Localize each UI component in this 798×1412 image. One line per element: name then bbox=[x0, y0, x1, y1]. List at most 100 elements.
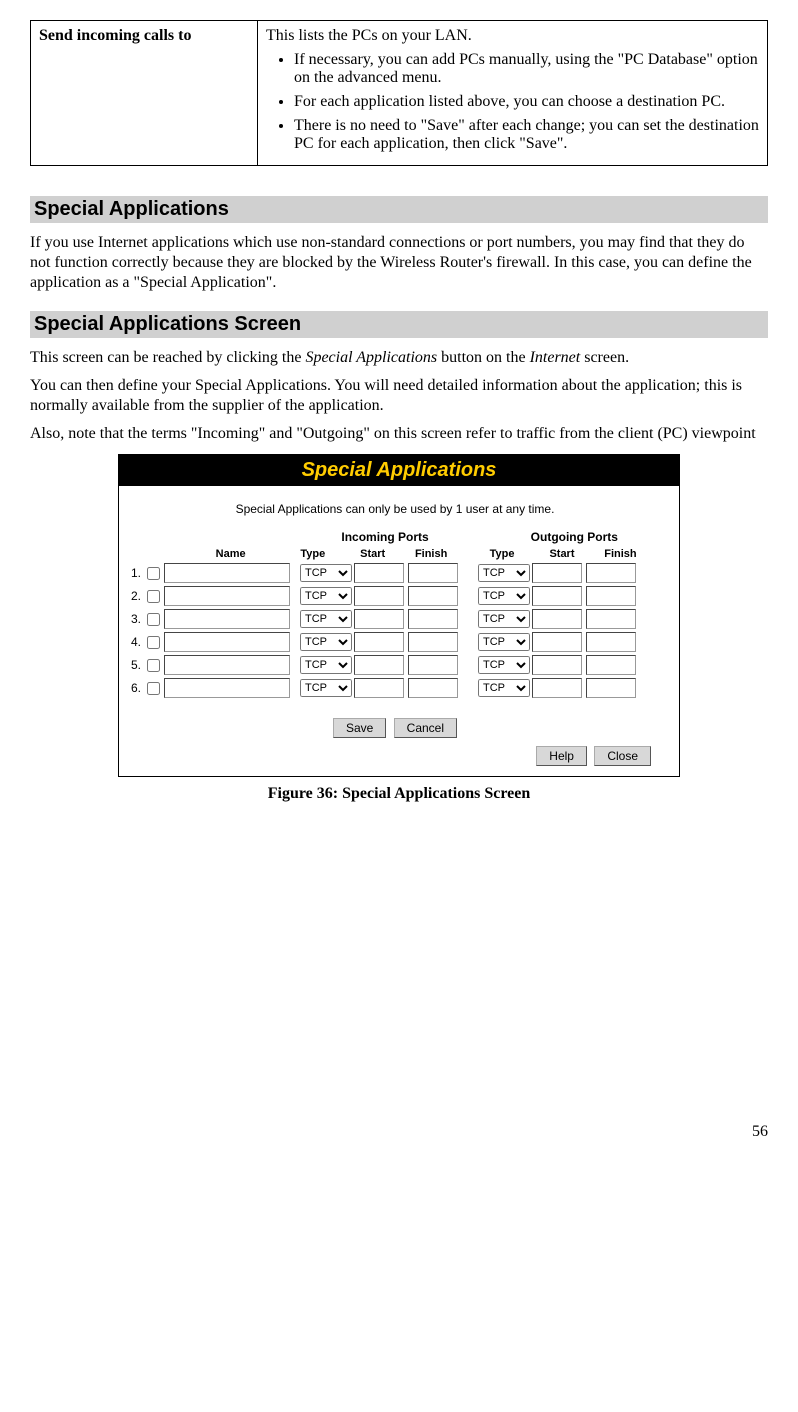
incoming-type-select[interactable]: TCP bbox=[300, 587, 352, 605]
name-input[interactable] bbox=[164, 586, 290, 606]
special-applications-screen-heading: Special Applications Screen bbox=[30, 311, 768, 338]
bullet-item: For each application listed above, you c… bbox=[294, 93, 759, 111]
app-row: 6. TCP TCP bbox=[131, 678, 659, 698]
figure-caption: Figure 36: Special Applications Screen bbox=[30, 785, 768, 803]
cancel-button[interactable]: Cancel bbox=[394, 718, 457, 738]
name-input[interactable] bbox=[164, 678, 290, 698]
outgoing-start-input[interactable] bbox=[532, 655, 582, 675]
page-number: 56 bbox=[30, 1123, 768, 1141]
outgoing-finish-input[interactable] bbox=[586, 563, 636, 583]
incoming-finish-input[interactable] bbox=[408, 678, 458, 698]
incoming-type-select[interactable]: TCP bbox=[300, 633, 352, 651]
outgoing-start-input[interactable] bbox=[532, 586, 582, 606]
help-button[interactable]: Help bbox=[536, 746, 587, 766]
emphasis: Internet bbox=[530, 349, 581, 366]
name-input[interactable] bbox=[164, 655, 290, 675]
type-column-label: Type bbox=[490, 548, 550, 560]
close-button[interactable]: Close bbox=[594, 746, 651, 766]
app-row: 2. TCP TCP bbox=[131, 586, 659, 606]
app-row: 3. TCP TCP bbox=[131, 609, 659, 629]
row-number: 1. bbox=[131, 566, 147, 580]
outgoing-ports-label: Outgoing Ports bbox=[490, 530, 659, 544]
figure-note: Special Applications can only be used by… bbox=[131, 502, 659, 516]
incoming-start-input[interactable] bbox=[354, 655, 404, 675]
type-column-label: Type bbox=[300, 548, 360, 560]
name-input[interactable] bbox=[164, 609, 290, 629]
table-intro: This lists the PCs on your LAN. bbox=[266, 27, 759, 45]
incoming-ports-label: Incoming Ports bbox=[300, 530, 469, 544]
outgoing-start-input[interactable] bbox=[532, 678, 582, 698]
column-labels: Name Type Start Finish Type Start Finish bbox=[131, 548, 659, 560]
outgoing-start-input[interactable] bbox=[532, 632, 582, 652]
button-row-primary: Save Cancel bbox=[131, 718, 659, 738]
screen-paragraph-1: This screen can be reached by clicking t… bbox=[30, 348, 768, 368]
outgoing-finish-input[interactable] bbox=[586, 655, 636, 675]
outgoing-type-select[interactable]: TCP bbox=[478, 564, 530, 582]
outgoing-finish-input[interactable] bbox=[586, 586, 636, 606]
name-column-label: Name bbox=[161, 548, 300, 560]
name-input[interactable] bbox=[164, 563, 290, 583]
screen-paragraph-2: You can then define your Special Applica… bbox=[30, 376, 768, 416]
info-table: Send incoming calls to This lists the PC… bbox=[30, 20, 768, 166]
outgoing-type-select[interactable]: TCP bbox=[478, 633, 530, 651]
row-enable-checkbox[interactable] bbox=[147, 659, 160, 672]
table-bullets: If necessary, you can add PCs manually, … bbox=[266, 51, 759, 153]
finish-column-label: Finish bbox=[415, 548, 470, 560]
incoming-finish-input[interactable] bbox=[408, 586, 458, 606]
table-right-cell: This lists the PCs on your LAN. If neces… bbox=[258, 21, 768, 166]
outgoing-finish-input[interactable] bbox=[586, 632, 636, 652]
row-number: 5. bbox=[131, 658, 147, 672]
start-column-label: Start bbox=[360, 548, 415, 560]
app-row: 1. TCP TCP bbox=[131, 563, 659, 583]
incoming-start-input[interactable] bbox=[354, 563, 404, 583]
special-applications-paragraph: If you use Internet applications which u… bbox=[30, 233, 768, 293]
row-number: 6. bbox=[131, 681, 147, 695]
outgoing-finish-input[interactable] bbox=[586, 609, 636, 629]
row-enable-checkbox[interactable] bbox=[147, 682, 160, 695]
incoming-type-select[interactable]: TCP bbox=[300, 610, 352, 628]
bullet-item: There is no need to "Save" after each ch… bbox=[294, 117, 759, 153]
incoming-start-input[interactable] bbox=[354, 609, 404, 629]
bullet-item: If necessary, you can add PCs manually, … bbox=[294, 51, 759, 87]
app-row: 4. TCP TCP bbox=[131, 632, 659, 652]
text-fragment: screen. bbox=[580, 349, 629, 366]
outgoing-type-select[interactable]: TCP bbox=[478, 656, 530, 674]
outgoing-start-input[interactable] bbox=[532, 609, 582, 629]
special-apps-figure: Special Applications Special Application… bbox=[118, 454, 680, 777]
incoming-start-input[interactable] bbox=[354, 632, 404, 652]
incoming-start-input[interactable] bbox=[354, 678, 404, 698]
app-row: 5. TCP TCP bbox=[131, 655, 659, 675]
incoming-start-input[interactable] bbox=[354, 586, 404, 606]
outgoing-type-select[interactable]: TCP bbox=[478, 587, 530, 605]
row-enable-checkbox[interactable] bbox=[147, 636, 160, 649]
row-enable-checkbox[interactable] bbox=[147, 590, 160, 603]
outgoing-finish-input[interactable] bbox=[586, 678, 636, 698]
incoming-finish-input[interactable] bbox=[408, 655, 458, 675]
row-number: 3. bbox=[131, 612, 147, 626]
row-enable-checkbox[interactable] bbox=[147, 613, 160, 626]
incoming-finish-input[interactable] bbox=[408, 609, 458, 629]
save-button[interactable]: Save bbox=[333, 718, 386, 738]
outgoing-type-select[interactable]: TCP bbox=[478, 610, 530, 628]
table-left-heading: Send incoming calls to bbox=[31, 21, 258, 166]
incoming-type-select[interactable]: TCP bbox=[300, 564, 352, 582]
start-column-label: Start bbox=[549, 548, 604, 560]
text-fragment: button on the bbox=[437, 349, 529, 366]
outgoing-type-select[interactable]: TCP bbox=[478, 679, 530, 697]
figure-banner: Special Applications bbox=[119, 455, 679, 486]
incoming-finish-input[interactable] bbox=[408, 632, 458, 652]
incoming-type-select[interactable]: TCP bbox=[300, 679, 352, 697]
emphasis: Special Applications bbox=[305, 349, 437, 366]
incoming-finish-input[interactable] bbox=[408, 563, 458, 583]
row-number: 2. bbox=[131, 589, 147, 603]
outgoing-start-input[interactable] bbox=[532, 563, 582, 583]
incoming-type-select[interactable]: TCP bbox=[300, 656, 352, 674]
screen-paragraph-3: Also, note that the terms "Incoming" and… bbox=[30, 424, 768, 444]
button-row-secondary: Help Close bbox=[131, 746, 659, 766]
name-input[interactable] bbox=[164, 632, 290, 652]
finish-column-label: Finish bbox=[604, 548, 659, 560]
row-enable-checkbox[interactable] bbox=[147, 567, 160, 580]
row-number: 4. bbox=[131, 635, 147, 649]
special-applications-heading: Special Applications bbox=[30, 196, 768, 223]
ports-group-header: Incoming Ports Outgoing Ports bbox=[131, 530, 659, 544]
